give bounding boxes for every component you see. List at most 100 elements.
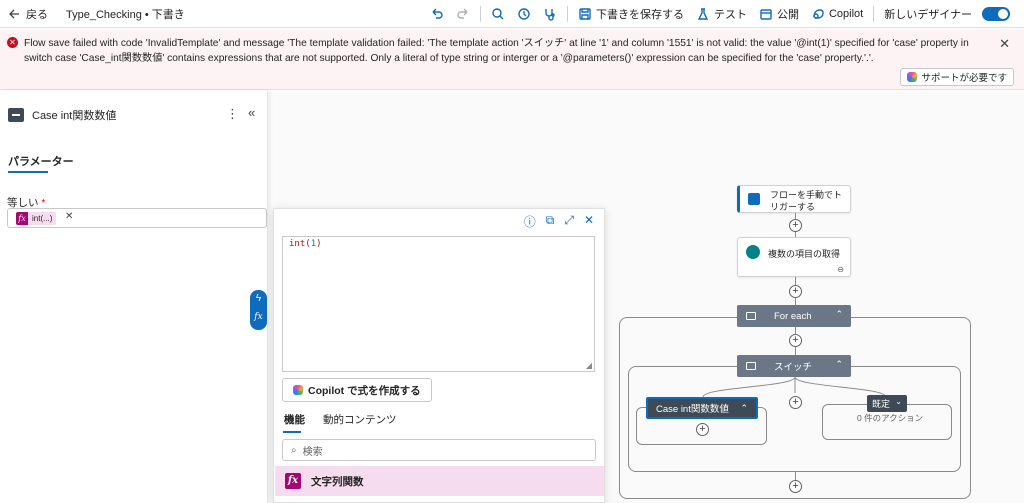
checker-icon [492,8,504,20]
close-icon[interactable]: ✕ [999,36,1010,52]
save-draft-button[interactable]: 下書きを保存する [572,0,690,28]
panel-header: Case int関数数値 [8,107,116,123]
loop-icon [746,312,756,320]
copilot-create-label: Copilot で式を作成する [308,384,421,397]
chip-label: int(...) [32,214,53,223]
resize-grip-icon[interactable]: ◢ [586,361,592,370]
version-history-button[interactable] [511,0,537,28]
redo-button[interactable] [450,0,476,28]
back-button[interactable]: 戻る [8,6,48,22]
top-bar: 戻る Type_Checking • 下書き 下書きを保存する テスト 公開 C… [0,0,1024,28]
action-panel: Case int関数数値 ⋮ « パラメーター 等しい * fx int(...… [0,91,268,503]
divider [479,6,481,22]
chevron-down-icon[interactable]: ⌄ [895,397,902,406]
default-header[interactable]: 既定 ⌄ [867,395,907,412]
publish-label: 公開 [776,9,799,21]
expression-code: int(1) [289,239,322,249]
expand-icon[interactable]: ⤢ [564,213,574,230]
panel-title: Case int関数数値 [32,110,117,122]
publish-icon [760,9,772,20]
publish-button[interactable]: 公開 [753,0,805,28]
switch-header[interactable]: スイッチ ⌃ [737,355,851,377]
health-button[interactable] [537,0,563,28]
tab-indicator [283,431,301,433]
add-step-button[interactable]: + [789,334,802,347]
editor-tabs: 機能 動的コンテンツ [284,412,397,427]
expression-input[interactable]: int(1) ◢ [282,236,595,372]
flow-title: Type_Checking • 下書き [66,8,185,21]
search-icon: ⌕ [291,444,297,456]
close-icon[interactable]: ✕ [584,213,594,230]
equals-field[interactable]: fx int(...) ✕ [7,208,267,228]
token-picker-buttons: ϟ fx [250,290,267,330]
arrow-left-icon [9,9,19,18]
add-case-button[interactable]: + [789,396,802,409]
add-step-button[interactable]: + [789,480,802,493]
case-header[interactable]: Case int関数数値 ⌃ [646,397,758,419]
category-label: 文字列関数 [311,475,364,488]
info-icon[interactable]: ⓘ [524,213,536,230]
code-fn: int( [289,239,311,249]
foreach-label: For each [774,310,812,322]
error-message: Flow save failed with code 'InvalidTempl… [24,38,969,64]
tab-functions[interactable]: 機能 [284,412,305,427]
copilot-create-expression-button[interactable]: Copilot で式を作成する [282,378,432,402]
beaker-icon [697,8,709,20]
tab-dynamic-content[interactable]: 動的コンテンツ [323,412,397,427]
undo-button[interactable] [424,0,450,28]
error-banner: ✕ Flow save failed with code 'InvalidTem… [0,29,1024,90]
case-label: Case int関数数値 [656,404,729,415]
add-step-button[interactable]: + [789,219,802,232]
remove-chip-icon[interactable]: ✕ [65,211,73,222]
editor-toolbar: ⓘ ⧉ ⤢ ✕ [524,213,594,230]
undo-icon [432,8,443,19]
link-icon: ⊖ [837,265,844,274]
stethoscope-icon [545,9,555,21]
get-items-label: 複数の項目の取得 [768,249,841,259]
error-icon: ✕ [7,37,18,48]
test-label: テスト [713,9,747,21]
more-options-icon[interactable]: ⋮ [226,106,239,122]
function-category-string[interactable]: fx 文字列関数 [275,466,604,496]
divider [873,6,875,22]
trigger-node[interactable]: フローを手動でトリガーする [737,185,851,213]
code-close: ) [316,239,322,249]
search-placeholder: 検索 [302,446,323,458]
copilot-button[interactable]: Copilot [805,0,869,28]
chevron-up-icon[interactable]: ⌃ [835,359,843,370]
expression-icon[interactable]: fx [250,312,267,322]
expression-editor: ⓘ ⧉ ⤢ ✕ int(1) ◢ Copilot で式を作成する 機能 動的コン… [273,208,605,503]
pin-icon[interactable]: ⧉ [546,213,555,230]
save-draft-label: 下書きを保存する [595,9,684,21]
new-designer-toggle[interactable]: 新しいデザイナー [878,0,1016,28]
chevron-up-icon[interactable]: ⌃ [740,403,748,414]
function-search-input[interactable]: ⌕ 検索 [282,439,596,461]
copilot-icon [813,9,824,19]
get-items-node[interactable]: 複数の項目の取得 ⊖ [737,237,851,277]
copilot-label: Copilot [828,8,864,20]
flow-checker-button[interactable] [485,0,511,28]
trigger-label: フローを手動でトリガーする [770,190,843,212]
collapse-panel-icon[interactable]: « [248,105,255,120]
expression-chip[interactable]: fx int(...) [16,212,57,225]
support-label: サポートが必要です [921,73,1007,84]
save-icon [579,8,591,20]
chevron-up-icon[interactable]: ⌃ [835,309,843,320]
switch-label: スイッチ [774,362,813,373]
copilot-icon [293,385,303,395]
tab-parameters[interactable]: パラメーター [8,153,74,169]
support-button[interactable]: サポートが必要です [900,68,1014,86]
function-icon: fx [16,212,28,225]
dynamic-content-icon[interactable]: ϟ [250,293,267,304]
toggle-switch[interactable] [982,7,1010,21]
test-button[interactable]: テスト [690,0,753,28]
add-action-button[interactable]: + [696,423,709,436]
sharepoint-icon [746,245,760,259]
tab-indicator [8,171,48,173]
add-step-button[interactable]: + [789,285,802,298]
manual-trigger-icon [748,193,760,205]
new-designer-label: 新しいデザイナー [884,9,972,21]
redo-icon [457,8,468,19]
divider [566,6,568,22]
foreach-header[interactable]: For each ⌃ [737,305,851,327]
